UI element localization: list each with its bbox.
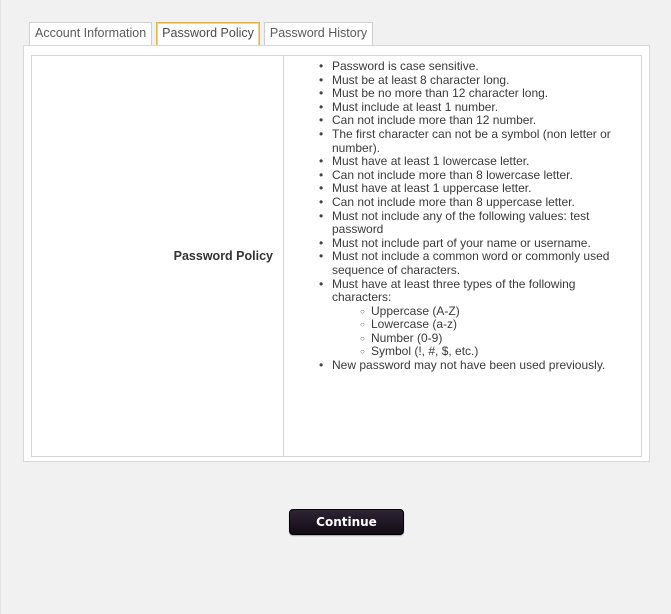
policy-rule: Can not include more than 12 number. <box>319 114 641 128</box>
policy-rule: Must be at least 8 character long. <box>319 73 641 88</box>
char-type-item: Number (0-9) <box>360 331 635 346</box>
tab-password-policy[interactable]: Password Policy <box>156 22 260 46</box>
policy-rule: The first character can not be a symbol … <box>319 127 641 155</box>
continue-button[interactable]: Continue <box>289 509 404 535</box>
policy-rule-text: Must have at least three types of the fo… <box>332 276 576 305</box>
tab-account-information[interactable]: Account Information <box>29 22 153 45</box>
policy-rule: Must be no more than 12 character long. <box>319 87 641 101</box>
policy-label: Password Policy <box>173 249 273 263</box>
policy-rules-list: Password is case sensitive. Must be at l… <box>284 59 641 373</box>
policy-rule-char-types: Must have at least three types of the fo… <box>319 276 641 360</box>
char-types-list: Uppercase (A-Z) Lowercase (a-z) Number (… <box>332 304 635 359</box>
policy-label-cell: Password Policy <box>32 56 284 456</box>
policy-rules-cell: Password is case sensitive. Must be at l… <box>284 56 641 456</box>
char-type-item: Symbol (!, #, $, etc.) <box>360 345 635 359</box>
policy-rule: Can not include more than 8 lowercase le… <box>319 168 641 183</box>
policy-rule: Must have at least 1 lowercase letter. <box>319 155 641 169</box>
policy-rule: Must not include a common word or common… <box>319 249 641 277</box>
char-type-item: Lowercase (a-z) <box>360 318 635 332</box>
policy-rule: Must not include any of the following va… <box>319 209 641 237</box>
policy-rule: Can not include more than 8 uppercase le… <box>319 195 641 210</box>
password-policy-table: Password Policy Password is case sensiti… <box>31 55 642 457</box>
policy-rule: Must not include part of your name or us… <box>319 236 641 251</box>
char-type-item: Uppercase (A-Z) <box>360 304 635 319</box>
tab-password-history[interactable]: Password History <box>263 22 374 45</box>
policy-rule: Password is case sensitive. <box>319 59 641 74</box>
tab-panel: Password Policy Password is case sensiti… <box>23 45 650 462</box>
page: Account Information Password Policy Pass… <box>0 0 671 614</box>
policy-rule: New password may not have been used prev… <box>319 358 641 373</box>
policy-rule: Must have at least 1 uppercase letter. <box>319 182 641 196</box>
tab-bar: Account Information Password Policy Pass… <box>29 22 374 46</box>
policy-rule: Must include at least 1 number. <box>319 100 641 115</box>
